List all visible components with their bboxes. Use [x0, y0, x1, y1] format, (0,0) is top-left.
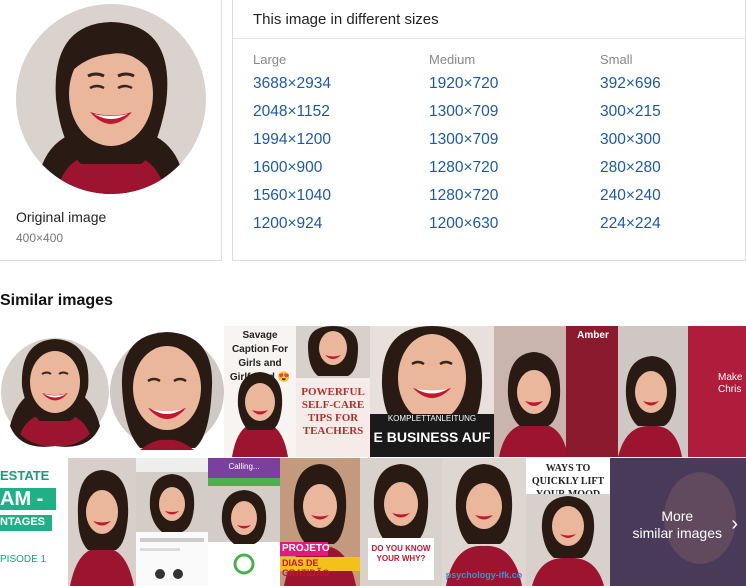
similar-image-tile[interactable]	[136, 458, 208, 586]
similar-image-tile[interactable]: Calling...	[208, 458, 280, 586]
image-sizes-card: This image in different sizes Large 3688…	[232, 0, 746, 261]
tile-caption: E BUSINESS AUF	[373, 429, 491, 445]
similar-image-tile[interactable]: DO YOU KNOW YOUR WHY?	[360, 458, 442, 586]
similar-image-tile[interactable]: psychology-ifk.co	[442, 458, 526, 586]
original-image-card: Original image 400×400	[0, 0, 222, 261]
similar-image-tile[interactable]: Amber	[494, 326, 618, 457]
original-image-size: 400×400	[16, 231, 64, 245]
similar-image-tile[interactable]: PROJETO DIAS DE GRATIDÃO	[280, 458, 360, 586]
size-link[interactable]: 1994×1200	[253, 130, 331, 158]
size-link[interactable]: 392×696	[600, 74, 661, 102]
tile-caption: AM -	[0, 488, 44, 510]
similar-image-tile[interactable]	[0, 326, 110, 457]
size-link[interactable]: 2048×1152	[253, 102, 331, 130]
tile-caption: Calling...	[228, 462, 260, 471]
sizes-column-large: Large 3688×2934 2048×1152 1994×1200 1600…	[253, 52, 331, 242]
size-link[interactable]: 1300×709	[429, 102, 498, 130]
sizes-column-heading: Large	[253, 52, 287, 67]
more-label-line-1: More	[661, 508, 694, 524]
tile-caption: Amber	[577, 330, 609, 341]
similar-image-tile[interactable]: WAYS TO QUICKLY LIFT YOUR MOOD	[526, 458, 610, 586]
tile-caption: ESTATE	[0, 468, 50, 483]
size-link[interactable]: 224×224	[600, 214, 661, 242]
size-link[interactable]: 300×300	[600, 130, 661, 158]
tile-caption: PISODE 1	[0, 554, 47, 565]
similar-image-tile[interactable]: Make Chris	[618, 326, 746, 457]
size-link[interactable]: 3688×2934	[253, 74, 331, 102]
similar-image-tile[interactable]: KOMPLETTANLEITUNG E BUSINESS AUF	[370, 326, 494, 457]
tile-caption: DIAS DE GRATIDÃO	[282, 558, 330, 578]
size-link[interactable]: 1560×1040	[253, 186, 331, 214]
similar-image-tile[interactable]	[110, 326, 224, 457]
sizes-column-heading: Medium	[429, 52, 476, 67]
more-similar-images-button[interactable]: More similar images ›	[610, 458, 746, 586]
similar-image-tile[interactable]: POWERFUL SELF-CARE TIPS FOR TEACHERS	[296, 326, 370, 457]
tile-caption: Make Chris	[718, 372, 743, 395]
size-link[interactable]: 1920×720	[429, 74, 498, 102]
tile-caption: DO YOU KNOW YOUR WHY?	[371, 544, 431, 563]
size-link[interactable]: 1200×630	[429, 214, 498, 242]
more-similar-images-label: More similar images	[633, 508, 722, 542]
similar-image-tile[interactable]: Savage Caption For Girls and Girlfriend …	[224, 326, 296, 457]
size-link[interactable]: 300×215	[600, 102, 661, 130]
tile-caption: NTAGES	[0, 516, 46, 528]
image-sizes-title: This image in different sizes	[253, 11, 439, 28]
sizes-column-small: Small 392×696 300×215 300×300 280×280 24…	[600, 52, 661, 242]
size-link[interactable]: 1280×720	[429, 158, 498, 186]
size-link[interactable]: 1280×720	[429, 186, 498, 214]
tile-caption: KOMPLETTANLEITUNG	[387, 414, 477, 423]
sizes-column-medium: Medium 1920×720 1300×709 1300×709 1280×7…	[429, 52, 498, 242]
size-link[interactable]: 1200×924	[253, 214, 331, 242]
size-link[interactable]: 280×280	[600, 158, 661, 186]
size-link[interactable]: 1300×709	[429, 130, 498, 158]
similar-image-tile[interactable]	[68, 458, 136, 586]
similar-images-grid: Savage Caption For Girls and Girlfriend …	[0, 326, 746, 586]
image-sizes-divider	[233, 38, 745, 39]
sizes-column-heading: Small	[600, 52, 633, 67]
chevron-right-icon: ›	[731, 513, 738, 535]
tile-caption: POWERFUL SELF-CARE TIPS FOR TEACHERS	[301, 386, 365, 437]
original-image-label: Original image	[16, 209, 107, 225]
size-link[interactable]: 1600×900	[253, 158, 331, 186]
similar-images-title: Similar images	[0, 292, 113, 309]
tile-caption: psychology-ifk.co	[445, 570, 523, 580]
similar-image-tile[interactable]: ESTATE AM - NTAGES PISODE 1	[0, 458, 68, 586]
more-label-line-2: similar images	[632, 525, 722, 541]
original-image-thumbnail[interactable]	[16, 4, 206, 194]
size-link[interactable]: 240×240	[600, 186, 661, 214]
tile-caption: PROJETO	[282, 543, 330, 554]
